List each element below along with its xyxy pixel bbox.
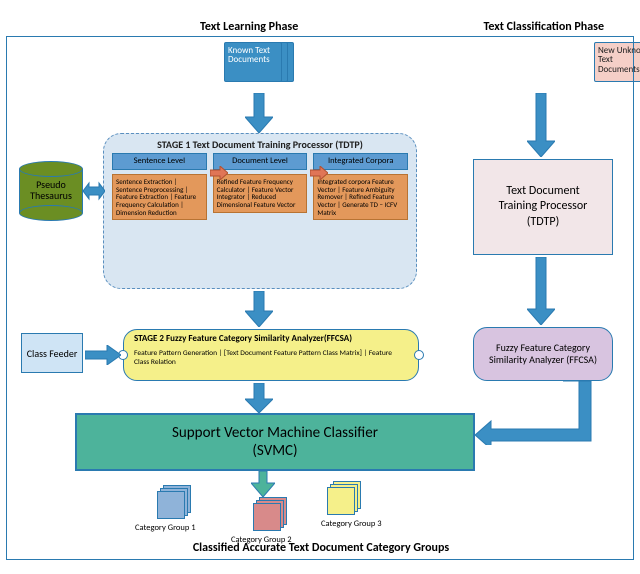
bottom-title: Classified Accurate Text Document Catego… bbox=[7, 541, 635, 555]
stage1-col1-header: Sentence Level bbox=[112, 153, 207, 170]
stage2-title: STAGE 2 Fuzzy Feature Category Similarit… bbox=[134, 334, 408, 345]
arrow-tdtp-to-ffcsa-icon bbox=[527, 257, 555, 325]
classification-phase-label: Text Classification Phase bbox=[483, 20, 604, 34]
svmc-line1: Support Vector Machine Classifier bbox=[172, 424, 378, 442]
arrow-stage2-to-svmc-icon bbox=[245, 383, 273, 413]
tdtp-line3: (TDTP) bbox=[527, 215, 559, 231]
stage1-arrow2-icon bbox=[310, 166, 328, 180]
ffcsa-line2: Similarity Analyzer (FFCSA) bbox=[489, 353, 597, 366]
known-docs-label: Known Text Documents bbox=[228, 46, 286, 65]
stage1-arrow1-icon bbox=[210, 166, 228, 180]
arrow-unknown-to-tdtp-icon bbox=[527, 93, 555, 157]
thesaurus-label: Pseudo Thesaurus bbox=[19, 179, 83, 201]
arrow-stage1-to-stage2-icon bbox=[245, 291, 273, 327]
stage2-ffcsa-box: STAGE 2 Fuzzy Feature Category Similarit… bbox=[123, 329, 419, 381]
stage1-col3-body: Integrated corpora Feature Vector | Feat… bbox=[313, 174, 408, 220]
tdtp-box: Text Document Training Processor (TDTP) bbox=[473, 159, 613, 255]
stage1-col-sentence: Sentence Level Sentence Extraction | Sen… bbox=[112, 153, 207, 220]
diagram-frame: Pseudo Thesaurus STAGE 1 Text Document T… bbox=[6, 36, 634, 560]
unknown-docs-label: New Unknown Text Documents bbox=[598, 46, 640, 74]
arrow-known-to-stage1-icon bbox=[245, 93, 273, 133]
stage1-tdtp-box: STAGE 1 Text Document Training Processor… bbox=[103, 133, 417, 289]
arrow-svmc-to-groups-icon bbox=[251, 471, 275, 497]
tdtp-line2: Training Processor bbox=[499, 199, 588, 215]
stage2-body: Feature Pattern Generation | [Text Docum… bbox=[134, 349, 408, 367]
arrow-thesaurus-stage1-icon bbox=[83, 179, 105, 203]
stage1-col1-body: Sentence Extraction | Sentence Preproces… bbox=[112, 174, 207, 220]
tdtp-line1: Text Document bbox=[506, 184, 579, 200]
catgrp3-label: Category Group 3 bbox=[321, 519, 382, 529]
class-feeder: Class Feeder bbox=[21, 333, 83, 373]
svmc-line2: (SVMC) bbox=[252, 442, 297, 460]
ffcsa-box: Fuzzy Feature CategorySimilarity Analyze… bbox=[473, 327, 613, 381]
stage1-col-corpora: Integrated Corpora Integrated corpora Fe… bbox=[313, 153, 408, 220]
svmc-box: Support Vector Machine Classifier (SVMC) bbox=[75, 413, 475, 471]
stage1-title: STAGE 1 Text Document Training Processor… bbox=[104, 134, 416, 153]
arrow-feeder-to-stage2-icon bbox=[85, 345, 121, 365]
stage1-col-document: Document Level Refined Feature Frequency… bbox=[213, 153, 308, 220]
catgrp1-label: Category Group 1 bbox=[135, 523, 196, 533]
pseudo-thesaurus: Pseudo Thesaurus bbox=[19, 161, 83, 221]
learning-phase-label: Text Learning Phase bbox=[200, 20, 298, 34]
arrow-ffcsa-to-svmc-icon bbox=[475, 381, 595, 445]
